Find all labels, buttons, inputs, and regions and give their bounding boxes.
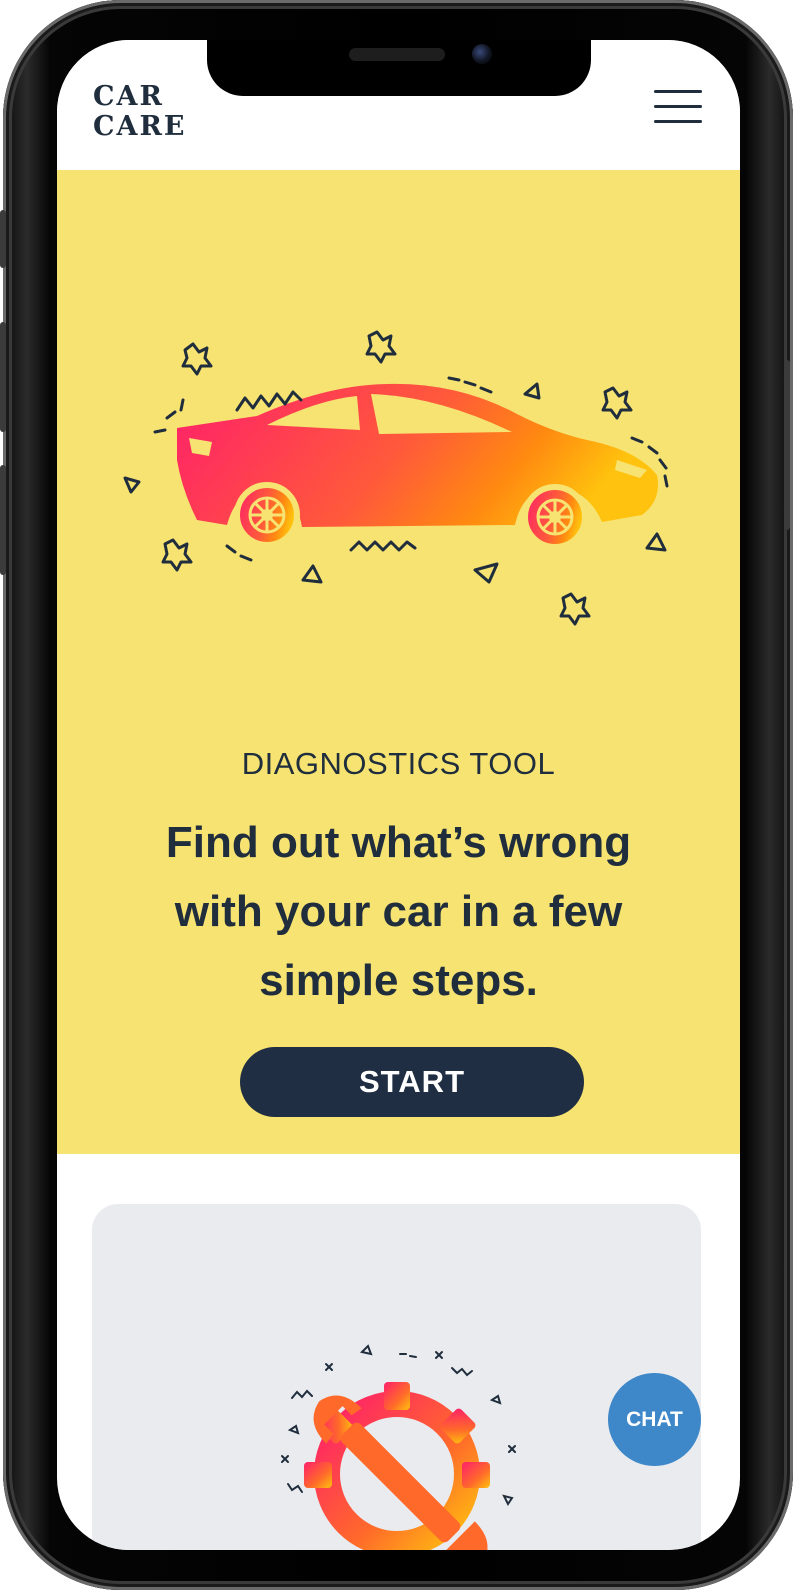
decor-dash-1	[447, 376, 493, 394]
feature-card	[92, 1204, 701, 1550]
decor-triangle-5	[645, 532, 667, 552]
decor-small-x-2	[435, 1351, 443, 1359]
decor-x-2	[365, 330, 397, 364]
decor-small-tri-1	[360, 1344, 373, 1356]
decor-triangle-4	[473, 562, 499, 584]
hero-section: DIAGNOSTICS TOOL Find out what’s wrong w…	[57, 170, 740, 1154]
hamburger-menu-icon[interactable]	[654, 90, 702, 124]
decor-small-x-4	[508, 1445, 516, 1453]
decor-x-5	[559, 592, 591, 626]
decor-triangle-1	[523, 382, 541, 400]
start-button[interactable]: START	[240, 1047, 584, 1117]
decor-x-1	[181, 342, 213, 376]
notch	[207, 40, 591, 96]
decor-triangle-2	[123, 476, 141, 494]
hero-headline: Find out what’s wrong with your car in a…	[165, 818, 632, 1005]
wheel-rear	[234, 482, 300, 548]
decor-dash-small	[399, 1353, 417, 1358]
decor-small-tri-2	[489, 1394, 502, 1405]
decor-squiggle-2	[451, 1367, 473, 1377]
volume-up-button	[0, 322, 6, 432]
eyebrow-label: DIAGNOSTICS TOOL	[241, 746, 556, 781]
mute-switch	[0, 210, 6, 268]
decor-triangle-3	[301, 564, 323, 584]
car-care-logo[interactable]: CAR CARE	[93, 82, 233, 142]
decor-x-4	[161, 538, 193, 572]
logo-line-2: CARE	[93, 111, 187, 142]
volume-down-button	[0, 465, 6, 575]
front-camera	[472, 44, 492, 64]
logo-line-1: CAR	[93, 81, 164, 112]
speaker-grille	[349, 48, 445, 61]
power-button	[784, 360, 790, 530]
phone-frame: CAR CARE DIAGNOSTICS TOOL Find out what’…	[0, 0, 793, 1590]
decor-squiggle-3	[287, 1483, 303, 1493]
decor-zigzag-2	[349, 540, 417, 552]
wheel-front	[522, 484, 588, 550]
decor-squiggle-1	[291, 1389, 313, 1399]
gear-wrench-illustration	[281, 1344, 516, 1550]
decor-x-3	[601, 386, 633, 420]
chat-button[interactable]: CHAT	[608, 1373, 701, 1466]
decor-tick-1	[153, 398, 185, 434]
decor-small-x-3	[281, 1455, 289, 1463]
decor-small-tri-3	[287, 1424, 300, 1435]
phone-screen: CAR CARE DIAGNOSTICS TOOL Find out what’…	[57, 40, 740, 1550]
decor-small-tri-4	[502, 1494, 514, 1506]
decor-small-x-1	[325, 1363, 333, 1371]
decor-dash-3	[225, 544, 253, 562]
